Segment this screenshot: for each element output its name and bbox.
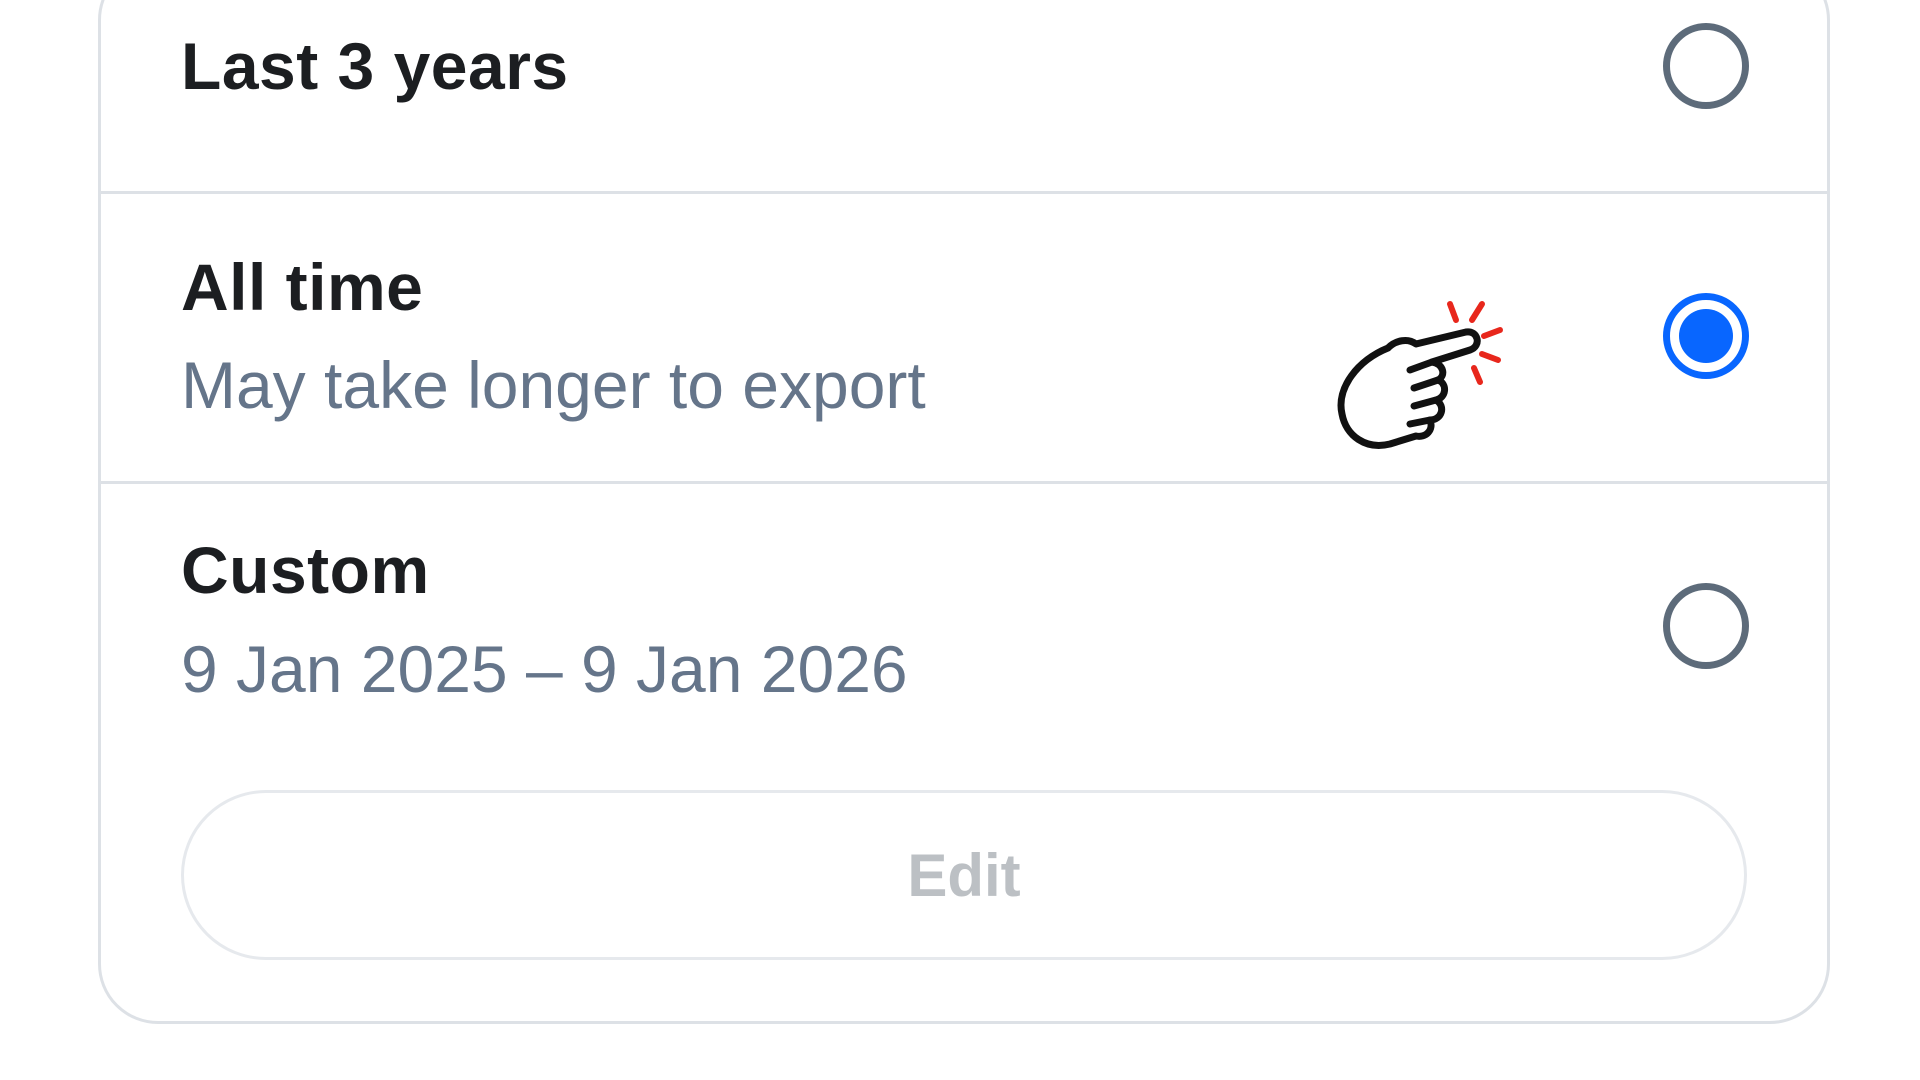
- option-date-range: 9 Jan 2025 – 9 Jan 2026: [181, 632, 908, 706]
- option-title: Custom: [181, 533, 430, 607]
- hand-pointer-click-icon: [1337, 301, 1503, 449]
- date-range-selector: Last 3 years All time May take longer to…: [0, 0, 1920, 1080]
- radio-button-all-time[interactable]: [1663, 293, 1749, 379]
- radio-selected-dot: [1679, 309, 1733, 363]
- option-subtitle: May take longer to export: [181, 348, 926, 422]
- option-last-3-years[interactable]: Last 3 years: [101, 0, 1827, 194]
- option-title: Last 3 years: [181, 29, 569, 103]
- radio-button-last-3-years[interactable]: [1663, 23, 1749, 109]
- edit-button[interactable]: Edit: [181, 790, 1747, 960]
- option-title: All time: [181, 250, 424, 324]
- option-all-time[interactable]: All time May take longer to export: [101, 194, 1827, 484]
- option-custom[interactable]: Custom 9 Jan 2025 – 9 Jan 2026 Edit: [101, 484, 1827, 1024]
- radio-button-custom[interactable]: [1663, 583, 1749, 669]
